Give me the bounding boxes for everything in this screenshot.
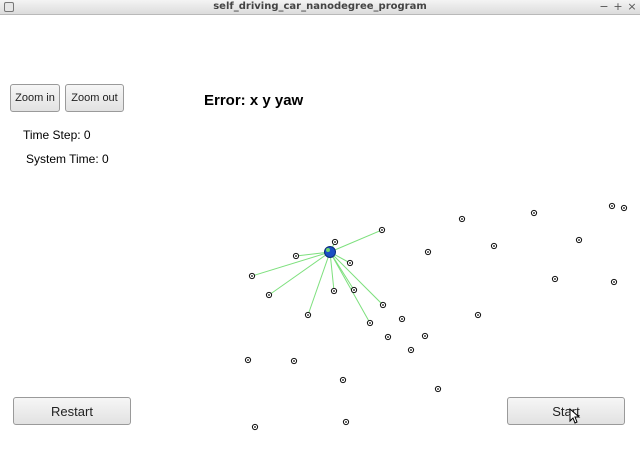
landmark-marker xyxy=(290,357,298,365)
landmark-marker xyxy=(608,202,616,210)
landmark-marker xyxy=(339,376,347,384)
landmark-marker xyxy=(378,226,386,234)
restart-button[interactable]: Restart xyxy=(13,397,131,425)
start-button[interactable]: Start xyxy=(507,397,625,425)
observation-line xyxy=(251,251,331,277)
landmark-marker xyxy=(342,418,350,426)
landmark-marker xyxy=(248,272,256,280)
landmarks xyxy=(244,202,628,431)
landmark-marker xyxy=(610,278,618,286)
landmark-marker xyxy=(304,311,312,319)
maximize-icon[interactable]: + xyxy=(612,0,624,14)
landmark-marker xyxy=(620,204,628,212)
landmark-marker xyxy=(366,319,374,327)
observation-line xyxy=(268,251,331,296)
landmark-marker xyxy=(379,301,387,309)
landmark-marker xyxy=(458,215,466,223)
landmark-marker xyxy=(434,385,442,393)
window-title: self_driving_car_nanodegree_program xyxy=(213,1,427,12)
landmark-marker xyxy=(575,236,583,244)
landmark-marker xyxy=(530,209,538,217)
mouse-cursor-icon xyxy=(569,408,581,424)
landmark-marker xyxy=(331,238,339,246)
landmark-marker xyxy=(384,333,392,341)
observation-line xyxy=(329,251,384,306)
landmark-marker xyxy=(292,252,300,260)
landmark-marker xyxy=(474,311,482,319)
landmark-marker xyxy=(330,287,338,295)
landmark-marker xyxy=(244,356,252,364)
landmark-marker xyxy=(551,275,559,283)
landmark-marker xyxy=(490,242,498,250)
landmark-marker xyxy=(424,248,432,256)
observation-lines xyxy=(251,229,384,324)
observation-line xyxy=(307,251,331,316)
landmark-marker xyxy=(265,291,273,299)
minimize-icon[interactable]: − xyxy=(598,0,610,14)
landmark-marker xyxy=(251,423,259,431)
landmark-marker xyxy=(350,286,358,294)
close-icon[interactable]: × xyxy=(626,0,638,14)
landmark-marker xyxy=(421,332,429,340)
window-titlebar: self_driving_car_nanodegree_program − + … xyxy=(0,0,640,15)
landmark-marker xyxy=(346,259,354,267)
landmark-marker xyxy=(407,346,415,354)
landmark-marker xyxy=(398,315,406,323)
car-icon xyxy=(324,246,336,258)
